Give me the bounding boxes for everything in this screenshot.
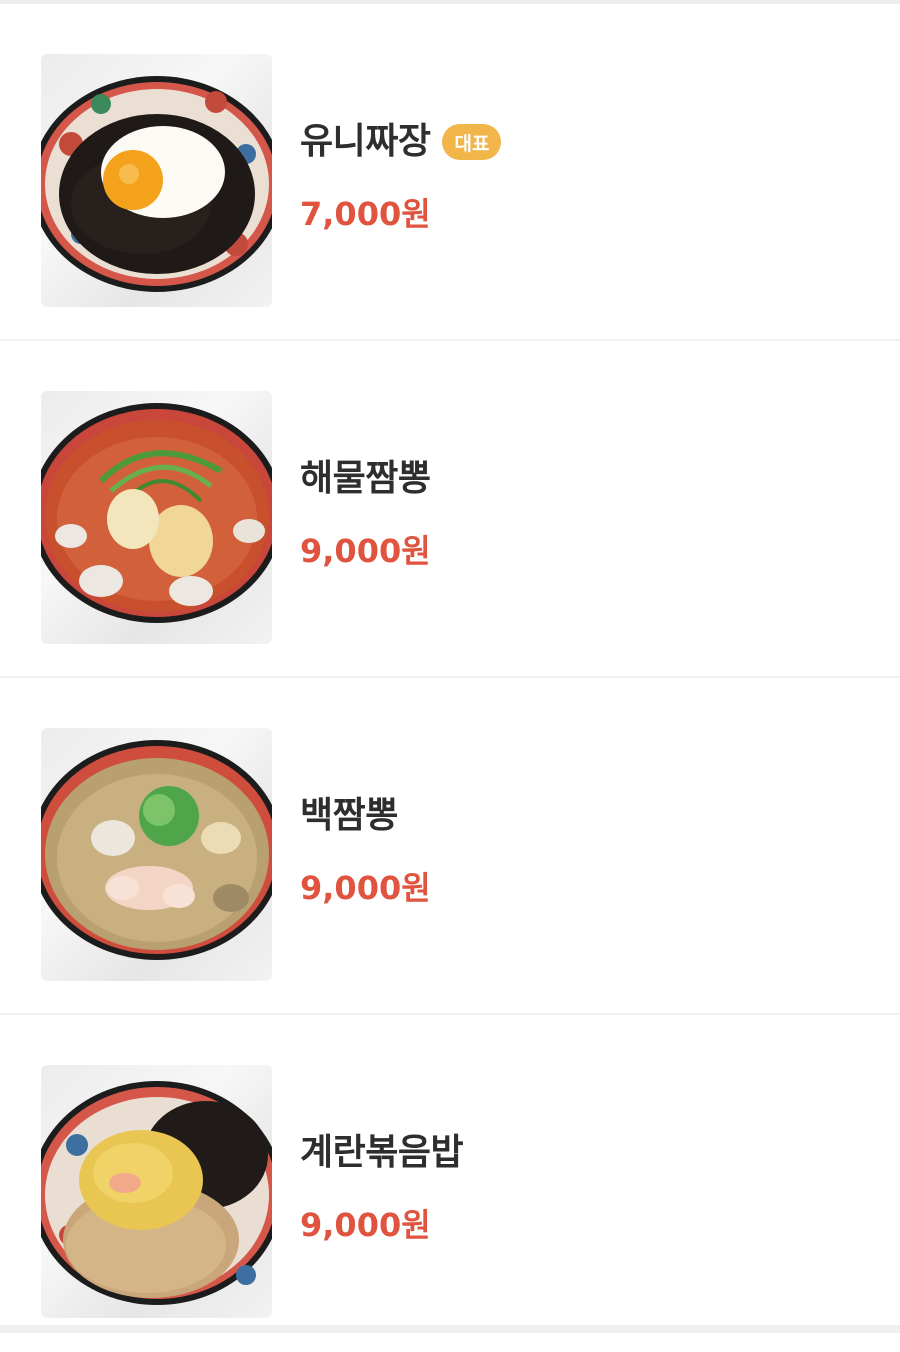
menu-item-yuni-jjajang[interactable]: 유니짜장 대표 7,000원 <box>0 4 900 341</box>
menu-item-egg-fried-rice[interactable]: 계란볶음밥 9,000원 <box>0 1015 900 1352</box>
menu-list: 유니짜장 대표 7,000원 해물짬뽕 9,000원 백짬뽕 9,000원 계란… <box>0 4 900 1352</box>
menu-item-price: 9,000원 <box>300 1206 431 1244</box>
menu-item-white-jjamppong[interactable]: 백짬뽕 9,000원 <box>0 678 900 1015</box>
bottom-divider <box>0 1325 900 1333</box>
seafood-jjamppong-photo-icon <box>41 391 272 644</box>
name-row: 계란볶음밥 <box>300 1131 464 1175</box>
name-row: 해물짬뽕 <box>300 457 431 501</box>
menu-item-name: 계란볶음밥 <box>300 1132 464 1173</box>
menu-item-seafood-jjamppong[interactable]: 해물짬뽕 9,000원 <box>0 341 900 678</box>
signature-badge: 대표 <box>442 124 502 160</box>
menu-item-name: 백짬뽕 <box>300 795 398 836</box>
menu-item-name: 해물짬뽕 <box>300 458 431 499</box>
white-jjamppong-photo-icon <box>41 728 272 981</box>
egg-fried-rice-photo-icon <box>41 1065 272 1318</box>
jajangmyeon-photo-icon <box>41 54 272 307</box>
menu-item-price: 9,000원 <box>300 869 431 907</box>
name-row: 유니짜장 대표 <box>300 120 502 164</box>
menu-item-name: 유니짜장 <box>300 121 431 162</box>
name-row: 백짬뽕 <box>300 794 398 838</box>
menu-item-price: 7,000원 <box>300 195 431 233</box>
menu-item-price: 9,000원 <box>300 532 431 570</box>
